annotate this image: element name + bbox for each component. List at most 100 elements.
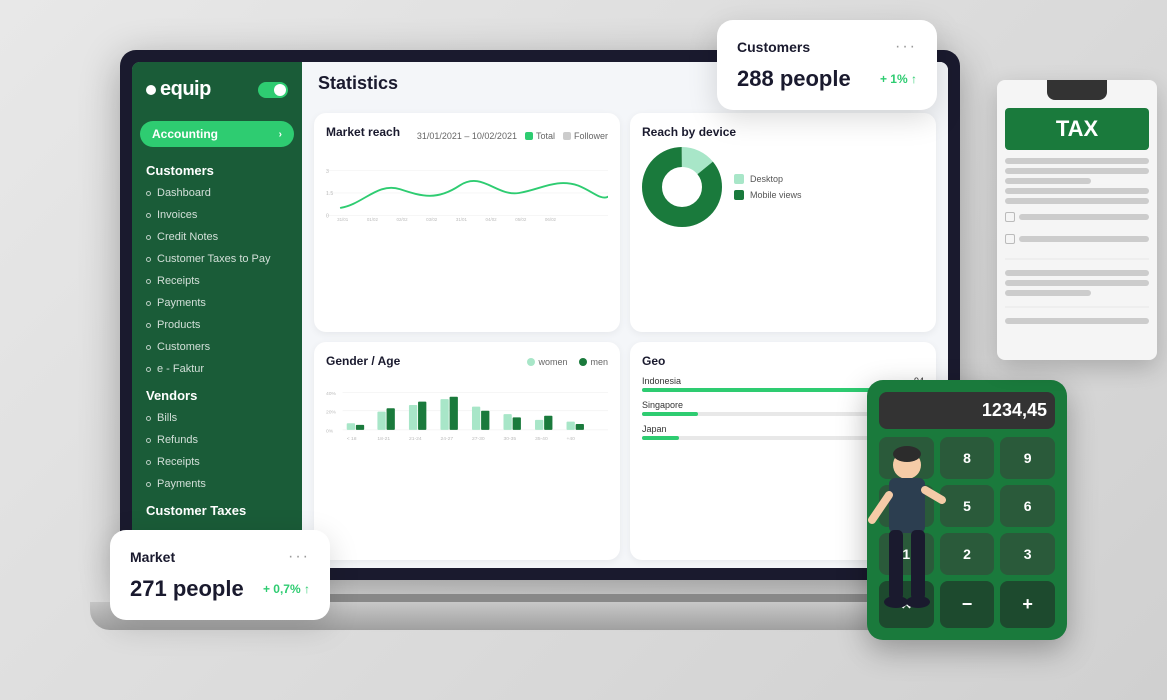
sidebar-section-customers: Customers — [132, 155, 302, 182]
gender-legend: women men — [527, 357, 608, 367]
divider — [1005, 258, 1149, 260]
svg-text:20%: 20% — [326, 409, 337, 415]
svg-text:3: 3 — [326, 169, 329, 175]
divider — [1005, 306, 1149, 308]
sidebar-item-customers[interactable]: Customers — [132, 336, 302, 358]
bar-chart-container: 40% 20% 0% — [326, 382, 608, 462]
svg-text:24-27: 24-27 — [440, 435, 453, 441]
dot-icon — [146, 460, 151, 465]
customers-card: Customers ··· 288 people + 1% ↑ — [717, 20, 937, 110]
legend-follower: Follower — [563, 131, 608, 141]
svg-text:04/02: 04/02 — [486, 217, 498, 222]
svg-text:1.5: 1.5 — [326, 191, 333, 197]
customers-card-menu[interactable]: ··· — [895, 38, 917, 56]
tax-clipboard: TAX — [997, 80, 1157, 360]
gender-age-card: Gender / Age women men — [314, 342, 620, 561]
dot-icon — [146, 482, 151, 487]
customers-card-bottom: 288 people + 1% ↑ — [737, 66, 917, 92]
dot-icon — [146, 213, 151, 218]
sidebar-item-e-faktur[interactable]: e - Faktur — [132, 358, 302, 380]
legend-total: Total — [525, 131, 555, 141]
clipboard-line — [1005, 178, 1091, 184]
date-range: 31/01/2021 – 10/02/2021 — [417, 131, 517, 141]
market-reach-header: Market reach 31/01/2021 – 10/02/2021 Tot… — [326, 125, 608, 147]
legend-mobile: Mobile views — [734, 190, 802, 200]
sidebar-item-receipts[interactable]: Receipts — [132, 270, 302, 292]
men-dot — [579, 358, 587, 366]
clipboard-line — [1005, 188, 1149, 194]
accounting-button[interactable]: Accounting › — [140, 121, 294, 147]
sidebar-item-customer-taxes[interactable]: Customer Taxes to Pay — [132, 248, 302, 270]
dot-icon — [146, 301, 151, 306]
calc-btn-plus[interactable]: + — [1000, 581, 1055, 628]
clipboard-line — [1019, 214, 1149, 220]
market-reach-title: Market reach — [326, 125, 400, 139]
screen: equip Accounting › Customers — [132, 62, 948, 568]
toggle-switch[interactable] — [258, 82, 288, 98]
market-card: Market ··· 271 people + 0,7% ↑ — [110, 530, 330, 620]
clipboard-line — [1005, 270, 1149, 276]
svg-text:86%: 86% — [670, 180, 694, 194]
sidebar-section-customer-taxes: Customer Taxes — [132, 495, 302, 522]
geo-bar-fill — [642, 412, 698, 416]
market-reach-card: Market reach 31/01/2021 – 10/02/2021 Tot… — [314, 113, 620, 332]
calc-btn-minus[interactable]: − — [940, 581, 995, 628]
dot-icon — [146, 257, 151, 262]
sidebar-item-vendor-payments[interactable]: Payments — [132, 473, 302, 495]
sidebar-item-vendor-receipts[interactable]: Receipts — [132, 451, 302, 473]
market-card-menu[interactable]: ··· — [288, 548, 310, 566]
svg-text:27-30: 27-30 — [472, 435, 485, 441]
calc-btn-2[interactable]: 2 — [940, 533, 995, 575]
svg-text:31/01: 31/01 — [456, 217, 468, 222]
chart-legend: Total Follower — [525, 131, 608, 141]
svg-text:02/02: 02/02 — [397, 217, 409, 222]
sidebar-item-invoices[interactable]: Invoices — [132, 204, 302, 226]
sidebar-item-products[interactable]: Products — [132, 314, 302, 336]
customers-card-value: 288 people — [737, 66, 851, 92]
chevron-right-icon: › — [279, 129, 282, 140]
customers-card-header: Customers ··· — [737, 38, 917, 56]
clipboard-line — [1005, 158, 1149, 164]
calc-btn-9[interactable]: 9 — [1000, 437, 1055, 479]
calc-btn-5[interactable]: 5 — [940, 485, 995, 527]
sidebar-item-credit-notes[interactable]: Credit Notes — [132, 226, 302, 248]
dot-icon — [146, 235, 151, 240]
calc-btn-6[interactable]: 6 — [1000, 485, 1055, 527]
toggle-knob — [274, 84, 286, 96]
market-reach-chart: 3 1.5 0 31/01 01/02 02/02 03/02 — [326, 153, 608, 233]
reach-by-device-card: Reach by device 86% — [630, 113, 936, 332]
donut-chart-area: 86% Desktop — [642, 147, 924, 227]
clipboard-line — [1005, 290, 1091, 296]
svg-text:05/02: 05/02 — [515, 217, 527, 222]
sidebar-item-bills[interactable]: Bills — [132, 407, 302, 429]
svg-text:0: 0 — [326, 213, 329, 219]
sidebar-item-refunds[interactable]: Refunds — [132, 429, 302, 451]
svg-text:40%: 40% — [326, 391, 337, 397]
svg-text:06/02: 06/02 — [545, 217, 557, 222]
sidebar: equip Accounting › Customers — [132, 62, 302, 568]
market-card-title: Market — [130, 549, 175, 565]
donut-legend: Desktop Mobile views — [734, 174, 802, 200]
svg-text:21-24: 21-24 — [409, 435, 422, 441]
dot-icon — [146, 323, 151, 328]
sidebar-item-dashboard[interactable]: Dashboard — [132, 182, 302, 204]
sidebar-item-payments[interactable]: Payments — [132, 292, 302, 314]
checkbox — [1005, 212, 1015, 222]
market-card-value: 271 people — [130, 576, 244, 602]
screen-bezel: equip Accounting › Customers — [120, 50, 960, 580]
logo-text: equip — [160, 78, 211, 101]
legend-women: women — [527, 357, 567, 367]
sidebar-nav: Customers Dashboard Invoices Credit Note… — [132, 151, 302, 568]
calc-btn-3[interactable]: 3 — [1000, 533, 1055, 575]
clipboard-line — [1005, 280, 1149, 286]
calculator-display: 1234,45 — [879, 392, 1055, 429]
person-illustration — [867, 440, 947, 640]
market-card-change: + 0,7% ↑ — [263, 582, 310, 596]
dot-icon — [146, 367, 151, 372]
page-title: Statistics — [318, 73, 768, 94]
market-card-bottom: 271 people + 0,7% ↑ — [130, 576, 310, 602]
svg-text:31/01: 31/01 — [337, 217, 349, 222]
calc-btn-8[interactable]: 8 — [940, 437, 995, 479]
sidebar-section-vendors: Vendors — [132, 380, 302, 407]
market-card-header: Market ··· — [130, 548, 310, 566]
